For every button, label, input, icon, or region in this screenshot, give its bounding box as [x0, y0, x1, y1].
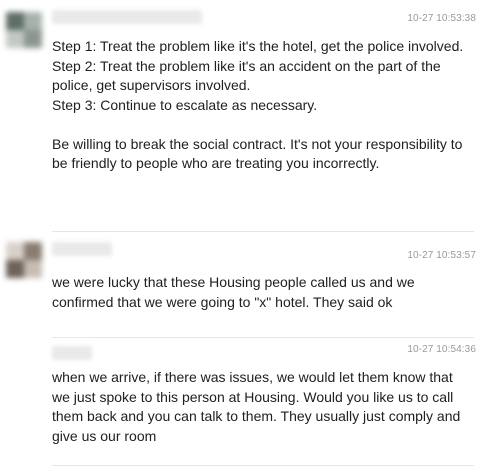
- message-body: Step 1: Treat the problem like it's the …: [52, 37, 472, 174]
- sender-name-redacted: [52, 346, 92, 360]
- message-timestamp: 10-27 10:53:38: [407, 13, 476, 24]
- message-paragraph: Step 3: Continue to escalate as necessar…: [52, 96, 318, 113]
- chat-message: 10-27 10:53:57 we were lucky that these …: [0, 232, 484, 338]
- message-timestamp: 10-27 10:53:57: [407, 250, 476, 261]
- message-paragraph: Step 2: Treat the problem like it's an a…: [52, 57, 441, 94]
- avatar[interactable]: [6, 12, 42, 48]
- chat-thread: 10-27 10:53:38 Step 1: Treat the problem…: [0, 0, 484, 472]
- message-timestamp: 10-27 10:54:36: [407, 344, 476, 355]
- message-body: when we arrive, if there was issues, we …: [52, 368, 472, 446]
- avatar[interactable]: [6, 242, 42, 278]
- message-body: we were lucky that these Housing people …: [52, 273, 472, 312]
- message-paragraph: Be willing to break the social contract.…: [52, 135, 463, 172]
- message-paragraph: when we arrive, if there was issues, we …: [52, 369, 461, 444]
- chat-message: 10-27 10:53:38 Step 1: Treat the problem…: [0, 0, 484, 232]
- sender-name-redacted: [52, 10, 202, 24]
- chat-message: 10-27 10:54:36 when we arrive, if there …: [0, 338, 484, 472]
- sender-name-redacted: [52, 242, 112, 256]
- message-divider: [52, 465, 474, 466]
- message-paragraph: we were lucky that these Housing people …: [52, 274, 415, 310]
- message-paragraph: Step 1: Treat the problem like it's the …: [52, 38, 464, 54]
